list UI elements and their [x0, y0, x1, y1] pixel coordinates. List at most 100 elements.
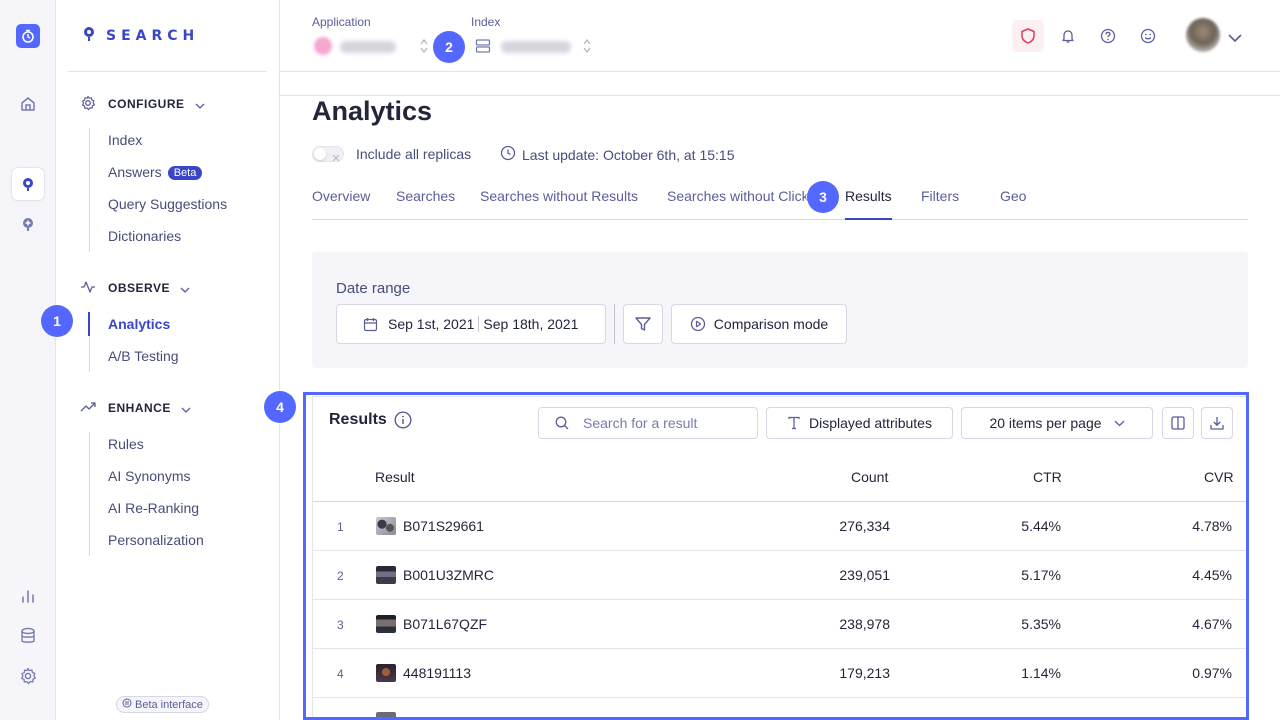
product-thumbnail: [376, 566, 396, 584]
table-row[interactable]: 3 B071L67QZF 238,978 5.35% 4.67%: [313, 600, 1247, 649]
settings-icon[interactable]: [12, 660, 44, 692]
sidebar-item-ai-reranking[interactable]: AI Re-Ranking: [108, 498, 199, 518]
home-icon[interactable]: [12, 88, 44, 120]
column-header-cvr[interactable]: CVR: [1204, 469, 1234, 485]
replicas-toggle[interactable]: [312, 146, 344, 162]
nav-group-title: ENHANCE: [108, 401, 171, 415]
result-count: 179,213: [839, 665, 890, 681]
sidebar-item-ab-testing[interactable]: A/B Testing: [108, 346, 179, 366]
side-nav: SEARCH CONFIGURE Index Answers Beta Query…: [56, 0, 280, 720]
divider: [478, 316, 480, 332]
bell-icon[interactable]: [1052, 20, 1084, 52]
product-thumbnail: [376, 664, 396, 682]
top-header: Application Index: [280, 0, 1280, 72]
displayed-attributes-button[interactable]: Displayed attributes: [766, 407, 953, 439]
sidebar-item-index[interactable]: Index: [108, 130, 142, 150]
tab-overview[interactable]: Overview: [312, 188, 370, 220]
play-circle-icon: [690, 316, 706, 332]
tab-filters[interactable]: Filters: [921, 188, 959, 220]
results-title-text: Results: [329, 411, 387, 428]
last-update-text: Last update: October 6th, at 15:15: [522, 146, 735, 163]
result-cvr: 4.78%: [1192, 518, 1232, 534]
brand: SEARCH: [82, 26, 199, 45]
comparison-mode-button[interactable]: Comparison mode: [671, 304, 847, 344]
nav-group-configure[interactable]: CONFIGURE: [80, 94, 205, 114]
analytics-icon[interactable]: [12, 580, 44, 612]
result-cvr: 4.67%: [1192, 616, 1232, 632]
sidebar-item-dictionaries[interactable]: Dictionaries: [108, 226, 181, 246]
user-menu[interactable]: [1184, 16, 1248, 56]
sidebar-item-query-suggestions[interactable]: Query Suggestions: [108, 194, 227, 214]
items-per-page-select[interactable]: 20 items per page: [961, 407, 1153, 439]
sidebar-item-personalization[interactable]: Personalization: [108, 530, 204, 550]
callout-badge: 2: [433, 31, 465, 63]
text-icon: [787, 416, 801, 430]
header-shadow: [280, 72, 1280, 96]
sort-icon: [583, 38, 591, 57]
application-label: Application: [312, 15, 371, 29]
icon-rail: [0, 0, 56, 720]
active-indicator: [88, 312, 90, 336]
search-placeholder: Search for a result: [583, 415, 698, 431]
clock-icon: [500, 145, 516, 164]
callout-badge: 3: [807, 181, 839, 213]
filter-button[interactable]: [623, 304, 663, 344]
results-title: Results: [329, 411, 412, 429]
chevron-down-icon: [180, 280, 190, 296]
column-header-result[interactable]: Result: [375, 469, 415, 485]
sidebar-item-ai-synonyms[interactable]: AI Synonyms: [108, 466, 190, 486]
result-name: 448191113: [403, 665, 471, 681]
swap-icon: [122, 698, 132, 711]
application-selector[interactable]: [312, 34, 436, 60]
info-icon[interactable]: [394, 411, 412, 429]
app-logo-icon[interactable]: [16, 24, 40, 48]
index-selector[interactable]: [471, 34, 601, 60]
columns-toggle-button[interactable]: [1162, 407, 1194, 439]
table-row[interactable]: 1 B071S29661 276,334 5.44% 4.78%: [313, 502, 1247, 551]
sidebar-item-answers[interactable]: Answers Beta: [108, 162, 203, 182]
sidebar-item-rules[interactable]: Rules: [108, 434, 144, 454]
tab-searches[interactable]: Searches: [396, 188, 455, 220]
trending-up-icon: [80, 399, 96, 418]
search-product-icon[interactable]: [12, 168, 44, 200]
row-index: 2: [337, 569, 344, 583]
comparison-mode-label: Comparison mode: [713, 316, 829, 332]
tab-results[interactable]: Results: [845, 188, 892, 220]
sort-icon: [420, 38, 428, 57]
download-button[interactable]: [1201, 407, 1233, 439]
table-row[interactable]: 4 448191113 179,213 1.14% 0.97%: [313, 649, 1247, 698]
date-range-picker[interactable]: Sep 1st, 2021 Sep 18th, 2021: [336, 304, 606, 344]
data-sources-icon[interactable]: [12, 620, 44, 652]
table-row[interactable]: 2 B001U3ZMRC 239,051 5.17% 4.45%: [313, 551, 1247, 600]
index-icon: [475, 38, 491, 57]
date-range-panel: Date range Sep 1st, 2021 Sep 18th, 2021 …: [312, 252, 1248, 368]
result-name: B071L67QZF: [403, 616, 488, 632]
date-start: Sep 1st, 2021: [388, 316, 475, 332]
nav-group-enhance[interactable]: ENHANCE: [80, 398, 191, 418]
nav-group-observe[interactable]: OBSERVE: [80, 278, 190, 298]
result-ctr: 5.44%: [1021, 518, 1061, 534]
help-icon[interactable]: [1092, 20, 1124, 52]
sidebar-item-analytics[interactable]: Analytics: [108, 314, 170, 334]
result-count: 239,051: [839, 567, 890, 583]
product-thumbnail: [376, 712, 396, 720]
column-header-count[interactable]: Count: [851, 469, 888, 485]
brand-name: SEARCH: [106, 27, 200, 44]
columns-icon: [1170, 415, 1186, 431]
table-row[interactable]: [313, 698, 1247, 720]
column-header-ctr[interactable]: CTR: [1033, 469, 1062, 485]
shield-icon[interactable]: [1012, 20, 1044, 52]
index-name-redacted: [501, 41, 571, 53]
callout-badge: 4: [264, 391, 296, 423]
recommend-icon[interactable]: [12, 208, 44, 240]
sidebar-item-label: Answers: [108, 164, 162, 180]
beta-interface-toggle[interactable]: Beta interface: [116, 696, 209, 713]
tab-geo[interactable]: Geo: [1000, 188, 1026, 220]
result-count: 276,334: [839, 518, 890, 534]
tab-searches-without-results[interactable]: Searches without Results: [480, 188, 638, 220]
result-cvr: 0.97%: [1192, 665, 1232, 681]
row-index: 4: [337, 667, 344, 681]
tab-searches-without-clicks[interactable]: Searches without Clicks: [667, 188, 811, 220]
smiley-icon[interactable]: [1132, 20, 1164, 52]
result-search-input[interactable]: Search for a result: [538, 407, 758, 439]
